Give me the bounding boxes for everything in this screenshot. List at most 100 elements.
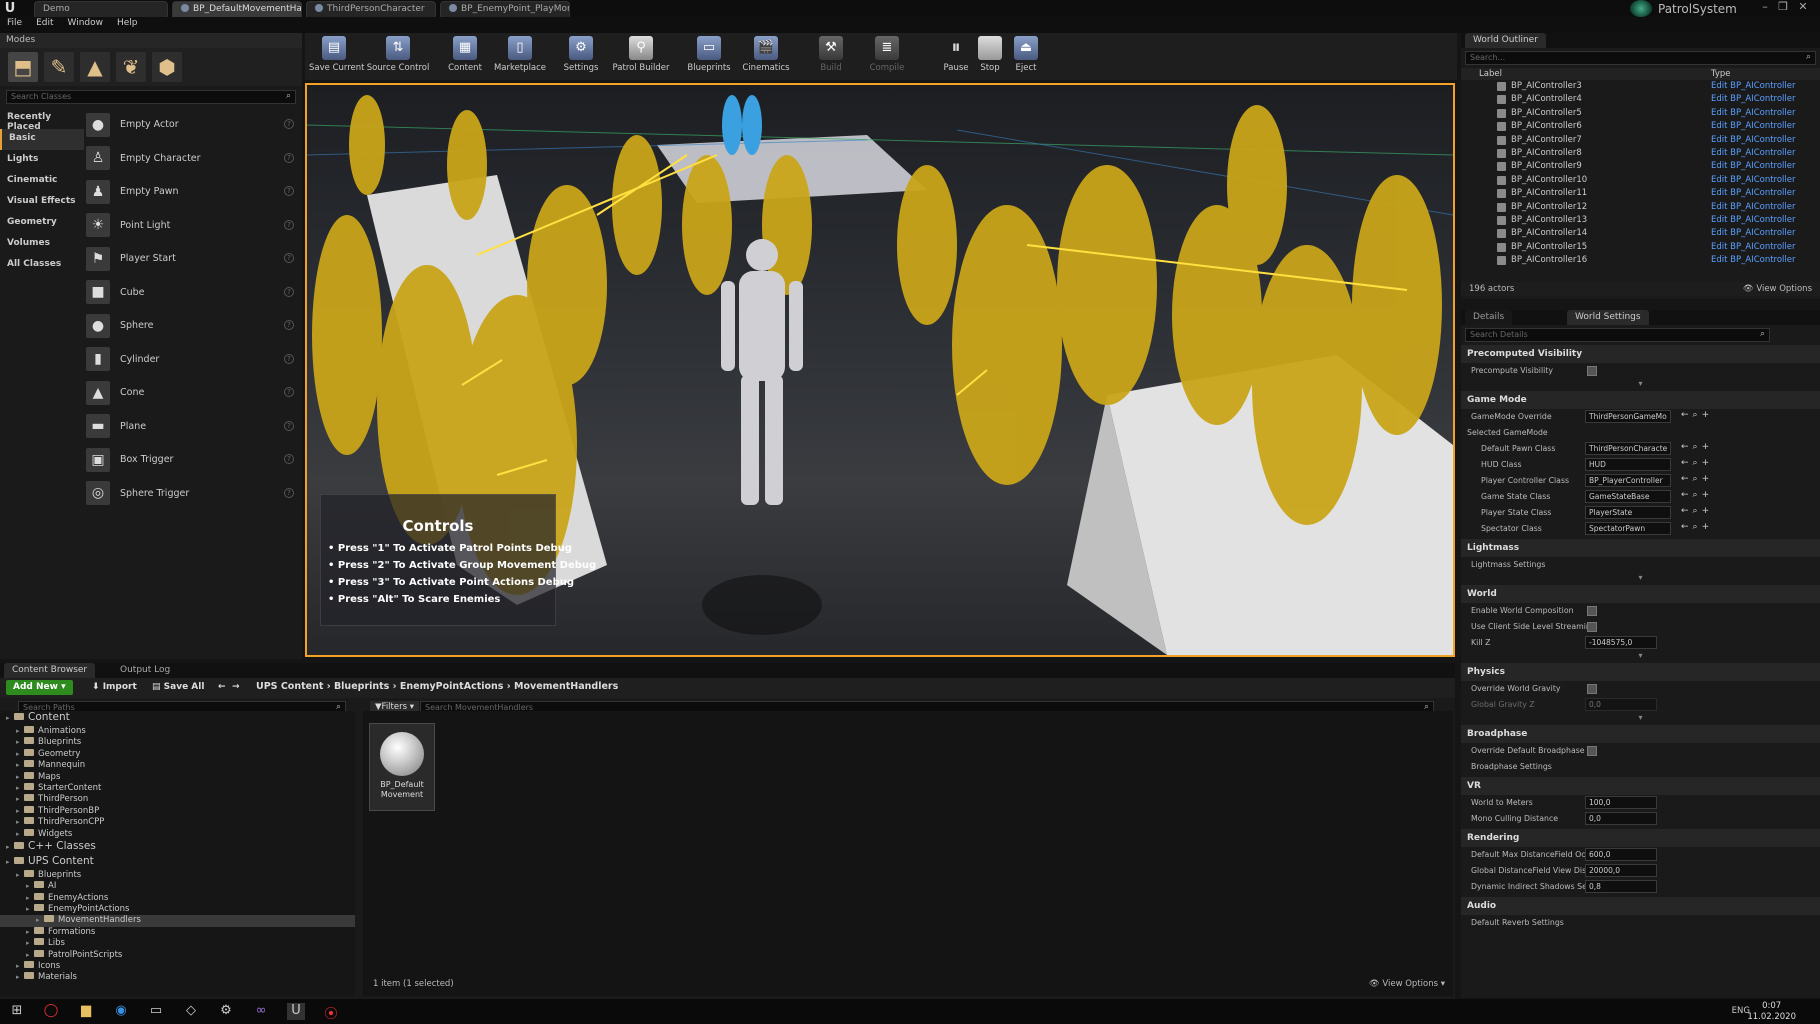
checkbox[interactable] [1587, 746, 1597, 756]
search-classes-input[interactable]: Search Classes ⌕ [6, 90, 296, 104]
browser-icon[interactable]: ◉ [112, 1003, 130, 1020]
expand-arrow-icon[interactable]: ▸ [26, 882, 34, 890]
breadcrumb-item[interactable]: UPS Content [256, 681, 323, 692]
expand-arrow-icon[interactable]: ▸ [16, 807, 24, 815]
expand-arrow-icon[interactable]: ▸ [16, 962, 24, 970]
spectator-dropdown[interactable]: SpectatorPawn [1585, 522, 1671, 535]
table-row[interactable]: BP_AIController5 Edit BP_AIController [1461, 107, 1820, 120]
table-row[interactable]: BP_AIController3 Edit BP_AIController [1461, 80, 1820, 93]
expand-arrow-icon[interactable]: ▸ [26, 928, 34, 936]
row-type-link[interactable]: Edit BP_AIController [1711, 81, 1796, 91]
expand-arrow-icon[interactable]: ▸ [16, 727, 24, 735]
checkbox[interactable] [1587, 366, 1597, 376]
help-icon[interactable]: ? [284, 286, 294, 297]
tree-folder[interactable]: ▸ ThirdPerson [0, 794, 355, 805]
view-options-button[interactable]: 👁 View Options [1743, 284, 1812, 294]
game-state-dropdown[interactable]: GameStateBase [1585, 490, 1671, 503]
kill-z-input[interactable]: -1048575,0 [1585, 636, 1657, 649]
placeable-plane[interactable]: ▬ Plane? [86, 410, 300, 444]
geometry-mode-icon[interactable]: ⬢ [152, 52, 182, 82]
breadcrumb-item[interactable]: EnemyPointActions [400, 681, 504, 692]
unreal-editor-icon[interactable]: U [287, 1003, 305, 1020]
details-search-input[interactable]: Search Details ⌕ [1465, 328, 1770, 342]
tree-folder[interactable]: ▸ UPS Content [0, 855, 355, 870]
section-precomputed-visibility[interactable]: Precomputed Visibility [1461, 345, 1820, 363]
category-volumes[interactable]: Volumes [0, 234, 84, 255]
system-clock[interactable]: 0:07 11.02.2020 [1747, 1001, 1796, 1023]
asset-picker-icons[interactable]: ←⌕+ [1681, 458, 1713, 468]
row-type-link[interactable]: Edit BP_AIController [1711, 148, 1796, 158]
table-row[interactable]: BP_AIController10 Edit BP_AIController [1461, 174, 1820, 187]
help-icon[interactable]: ? [284, 420, 294, 431]
expand-arrow-icon[interactable]: ▸ [6, 714, 14, 722]
tab-world-settings[interactable]: World Settings [1567, 310, 1649, 325]
row-type-link[interactable]: Edit BP_AIController [1711, 135, 1796, 145]
tab-demo[interactable]: Demo [34, 1, 168, 17]
expand-chevron-icon[interactable]: ▾ [1461, 379, 1820, 389]
build-button[interactable]: ⚒ Build [811, 36, 851, 78]
menu-file[interactable]: File [0, 17, 29, 29]
paint-mode-icon[interactable]: ✎ [44, 52, 74, 82]
category-visual-effects[interactable]: Visual Effects [0, 192, 84, 213]
tab-content-browser[interactable]: Content Browser [4, 663, 96, 678]
record-icon[interactable]: ⦿ [322, 1003, 340, 1022]
tree-folder[interactable]: ▸ Blueprints [0, 737, 355, 748]
placeable-empty-actor[interactable]: ● Empty Actor? [86, 108, 300, 142]
placeable-sphere[interactable]: ● Sphere? [86, 309, 300, 343]
section-vr[interactable]: VR [1461, 777, 1820, 795]
breadcrumb-item[interactable]: MovementHandlers [514, 681, 618, 692]
asset-tile[interactable]: BP_Default Movement [369, 723, 435, 811]
category-geometry[interactable]: Geometry [0, 213, 84, 234]
asset-picker-icons[interactable]: ←⌕+ [1681, 442, 1713, 452]
category-cinematic[interactable]: Cinematic [0, 171, 84, 192]
row-type-link[interactable]: Edit BP_AIController [1711, 108, 1796, 118]
expand-arrow-icon[interactable]: ▸ [26, 905, 34, 913]
player-state-dropdown[interactable]: PlayerState [1585, 506, 1671, 519]
content-button[interactable]: ▦ Content [445, 36, 485, 78]
help-icon[interactable]: ? [284, 119, 294, 129]
tree-folder[interactable]: ▸ Content [0, 711, 355, 726]
save-current-button[interactable]: ▤ Save Current [309, 36, 365, 78]
row-type-link[interactable]: Edit BP_AIController [1711, 228, 1796, 238]
opera-icon[interactable]: ◯ [42, 1003, 60, 1020]
table-row[interactable]: BP_AIController7 Edit BP_AIController [1461, 134, 1820, 147]
expand-arrow-icon[interactable]: ▸ [16, 830, 24, 838]
breadcrumb-item[interactable]: Blueprints [334, 681, 389, 692]
landscape-mode-icon[interactable]: ▲ [80, 52, 110, 82]
foliage-mode-icon[interactable]: ❦ [116, 52, 146, 82]
row-type-link[interactable]: Edit BP_AIController [1711, 175, 1796, 185]
compile-button[interactable]: ≣ Compile [865, 36, 909, 78]
help-icon[interactable]: ? [284, 353, 294, 364]
settings-button[interactable]: ⚙ Settings [559, 36, 603, 78]
save-all-button[interactable]: ▤ Save All [148, 680, 208, 695]
gravity-z-input[interactable]: 0,0 [1585, 698, 1657, 711]
tab-third-person-character[interactable]: ThirdPersonCharacter [306, 1, 436, 17]
row-type-link[interactable]: Edit BP_AIController [1711, 255, 1796, 265]
marketplace-button[interactable]: ▯ Marketplace [493, 36, 547, 78]
start-icon[interactable]: ⊞ [8, 1003, 26, 1020]
expand-arrow-icon[interactable]: ▸ [16, 773, 24, 781]
table-row[interactable]: BP_AIController6 Edit BP_AIController [1461, 120, 1820, 133]
placeable-cylinder[interactable]: ▮ Cylinder? [86, 343, 300, 377]
expand-arrow-icon[interactable]: ▸ [16, 750, 24, 758]
checkbox[interactable] [1587, 622, 1597, 632]
maximize-icon[interactable]: ❐ [1776, 0, 1790, 14]
tree-folder[interactable]: ▸ Widgets [0, 828, 355, 840]
row-type-link[interactable]: Edit BP_AIController [1711, 215, 1796, 225]
section-physics[interactable]: Physics [1461, 663, 1820, 681]
asset-picker-icons[interactable]: ←⌕+ [1681, 522, 1713, 532]
expand-arrow-icon[interactable]: ▸ [26, 894, 34, 902]
table-row[interactable]: BP_AIController13 Edit BP_AIController [1461, 214, 1820, 227]
asset-picker-icons[interactable]: ←⌕+ [1681, 474, 1713, 484]
placeable-empty-pawn[interactable]: ♟ Empty Pawn? [86, 175, 300, 209]
max-distance-field-input[interactable]: 600,0 [1585, 848, 1657, 861]
col-type-header[interactable]: Type [1711, 69, 1731, 79]
tree-folder[interactable]: ▸ Maps [0, 771, 355, 783]
view-options-button[interactable]: 👁 View Options ▾ [1369, 979, 1445, 989]
property-row[interactable]: Default Reverb Settings [1461, 915, 1820, 931]
epic-launcher-icon[interactable]: ◇ [182, 1003, 200, 1020]
table-row[interactable]: BP_AIController9 Edit BP_AIController [1461, 160, 1820, 173]
section-lightmass[interactable]: Lightmass [1461, 539, 1820, 557]
minimize-icon[interactable]: – [1758, 0, 1772, 14]
tree-folder[interactable]: ▸ Materials [0, 972, 355, 983]
